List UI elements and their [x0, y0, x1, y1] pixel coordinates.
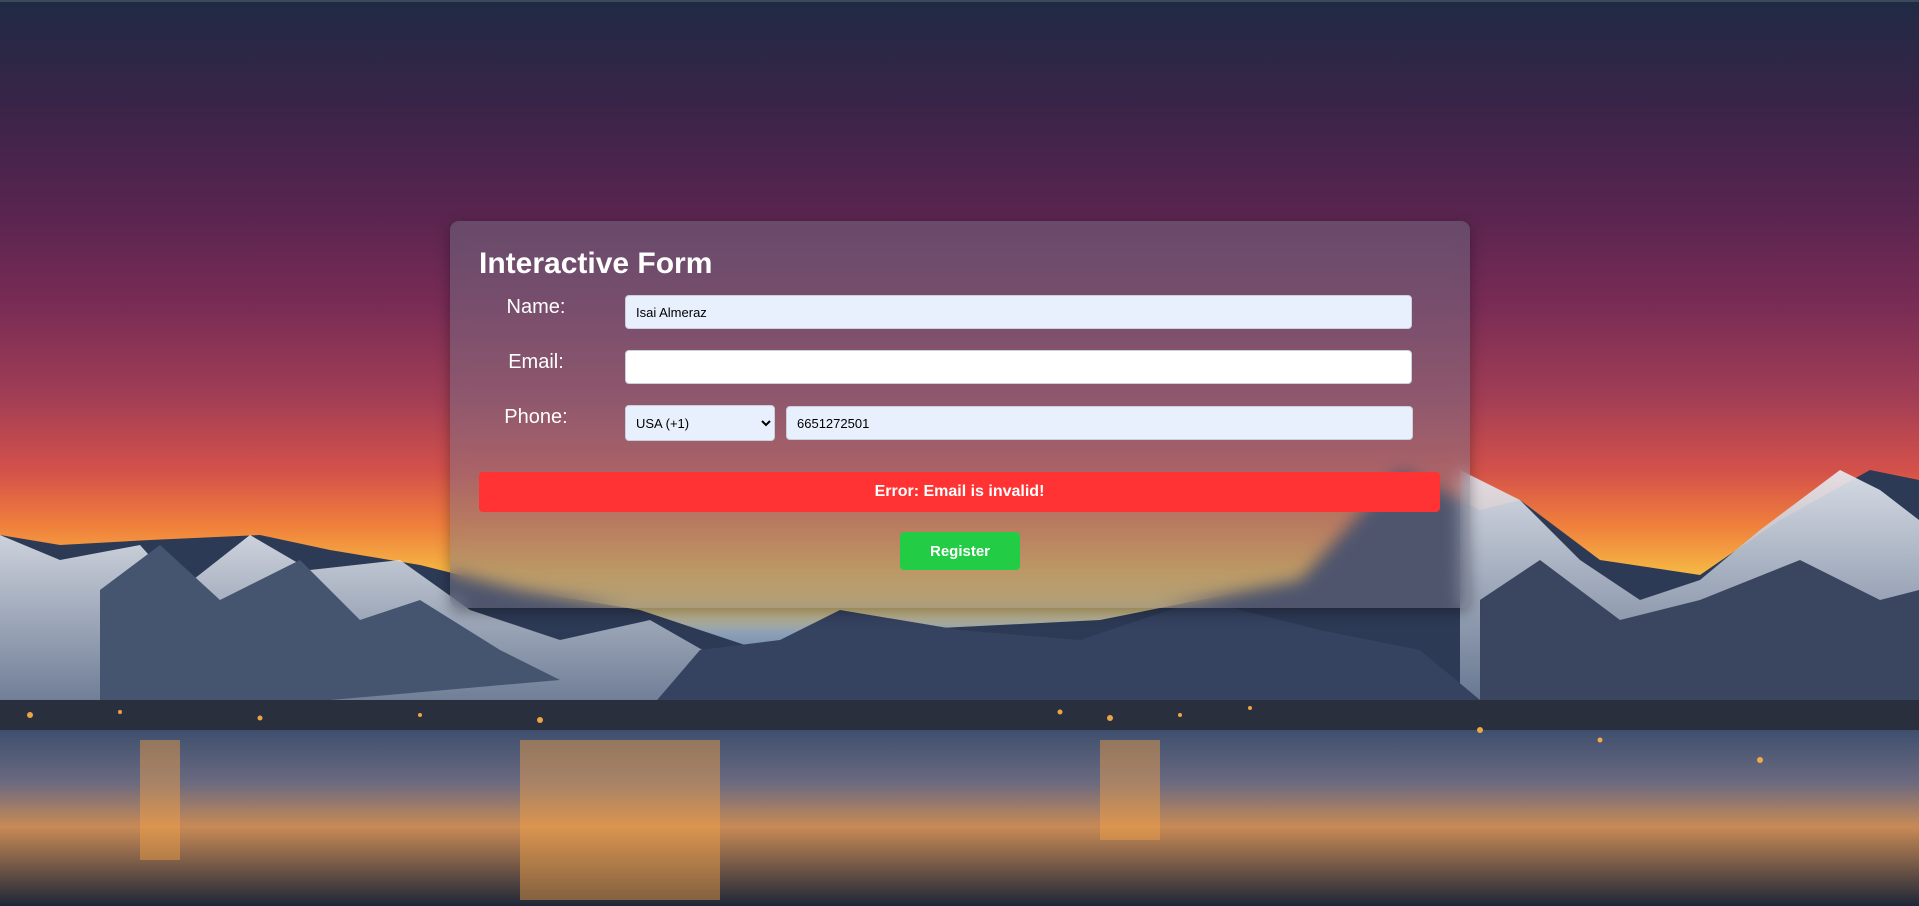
error-message: Error: Email is invalid!: [479, 472, 1440, 512]
registration-form-card: Interactive Form Name: Email: Phone: USA…: [450, 221, 1470, 608]
name-label: Name:: [506, 296, 566, 318]
form-title: Interactive Form: [479, 247, 713, 280]
phone-input[interactable]: [786, 406, 1413, 440]
name-input[interactable]: [625, 295, 1412, 329]
email-input[interactable]: [625, 350, 1412, 384]
country-code-select[interactable]: USA (+1): [625, 405, 775, 441]
phone-label: Phone:: [504, 406, 568, 428]
register-button[interactable]: Register: [900, 532, 1020, 570]
email-label: Email:: [508, 351, 564, 373]
